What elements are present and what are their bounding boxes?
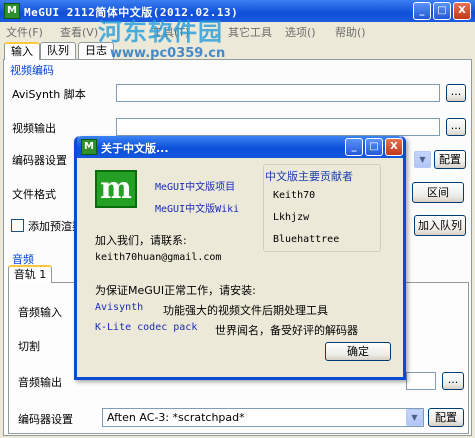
avisynth-description: 功能强大的视频文件后期处理工具 xyxy=(163,304,328,317)
contact-email[interactable]: keith70huan@gmail.com xyxy=(95,252,221,263)
menu-bar: 文件(F) 查看(V) 工具(T) 其它工具 选项() 帮助() xyxy=(0,22,475,40)
audio-output-browse-button[interactable]: ... xyxy=(442,372,464,390)
dialog-title: 关于中文版... xyxy=(101,142,169,155)
audio-cut-label: 切割 xyxy=(18,340,40,353)
avisynth-label: AviSynth 脚本 xyxy=(12,88,86,101)
video-encoder-dropdown-icon[interactable]: ▼ xyxy=(414,151,431,168)
minimize-button[interactable]: _ xyxy=(413,2,431,20)
avisynth-link[interactable]: Avisynth xyxy=(95,302,143,313)
menu-help[interactable]: 帮助() xyxy=(335,24,366,40)
audio-config-button[interactable]: 配置 xyxy=(428,408,464,427)
megui-logo: m xyxy=(95,170,137,208)
dialog-close-button[interactable]: X xyxy=(385,138,403,156)
file-format-label: 文件格式 xyxy=(12,188,56,201)
klite-description: 世界闻名，备受好评的解码器 xyxy=(215,324,358,337)
contributors-title: 中文版主要贡献者 xyxy=(265,170,353,183)
audio-encoder-label: 编码器设置 xyxy=(18,413,73,426)
join-us-text: 加入我们，请联系: xyxy=(95,234,187,247)
dialog-title-bar: M 关于中文版... _ □ X xyxy=(77,136,403,158)
preprocess-checkbox[interactable] xyxy=(11,219,24,232)
audio-encoder-select[interactable]: Aften AC-3: *scratchpad* xyxy=(102,408,424,427)
video-output-input[interactable] xyxy=(116,118,440,136)
dialog-minimize-button[interactable]: _ xyxy=(345,138,363,156)
contributor-item: Keith70 xyxy=(273,190,316,201)
video-encoder-label: 编码器设置 xyxy=(12,154,67,167)
title-bar: M MeGUI 2112简体中文版(2012.02.13) _ □ X xyxy=(0,0,475,22)
about-dialog: M 关于中文版... _ □ X m MeGUI中文版项目 MeGUI中文版Wi… xyxy=(74,136,406,380)
contributor-item: Bluehattree xyxy=(273,234,340,245)
tab-input[interactable]: 输入 xyxy=(4,42,40,60)
menu-file[interactable]: 文件(F) xyxy=(6,24,43,40)
dialog-app-icon: M xyxy=(81,139,97,155)
klite-link[interactable]: K-Lite codec pack xyxy=(95,322,197,333)
video-output-label: 视频输出 xyxy=(12,122,56,135)
avisynth-input[interactable] xyxy=(116,84,440,102)
audio-output-input[interactable] xyxy=(406,372,436,390)
contributor-item: Lkhjzw xyxy=(273,212,310,223)
menu-options[interactable]: 选项() xyxy=(285,24,316,40)
watermark-logo: 河东软件园 xyxy=(98,18,223,46)
wiki-link[interactable]: MeGUI中文版Wiki xyxy=(155,200,239,215)
dialog-maximize-button[interactable]: □ xyxy=(365,138,383,156)
app-icon: M xyxy=(4,3,20,19)
audio-input-label: 音频输入 xyxy=(18,306,62,319)
video-config-button[interactable]: 配置 xyxy=(434,150,466,169)
watermark-url: www.pc0359.cn xyxy=(110,46,226,61)
tab-audio-track-1[interactable]: 音轨 1 xyxy=(8,265,52,283)
requirement-text: 为保证MeGUI正常工作，请安装: xyxy=(95,284,256,297)
maximize-button[interactable]: □ xyxy=(433,2,451,20)
add-to-queue-button[interactable]: 加入队列 xyxy=(414,215,466,236)
close-button[interactable]: X xyxy=(453,2,471,20)
menu-view[interactable]: 查看(V) xyxy=(60,24,98,40)
range-button[interactable]: 区间 xyxy=(412,182,464,203)
project-link[interactable]: MeGUI中文版项目 xyxy=(155,178,235,193)
avisynth-browse-button[interactable]: ... xyxy=(446,84,466,102)
audio-encoder-value: Aften AC-3: *scratchpad* xyxy=(107,411,245,424)
video-group-label: 视频编码 xyxy=(10,64,54,77)
audio-output-label: 音频输出 xyxy=(18,376,62,389)
audio-encoder-dropdown-icon[interactable]: ▼ xyxy=(406,409,423,426)
video-output-browse-button[interactable]: ... xyxy=(446,118,466,136)
ok-button[interactable]: 确定 xyxy=(325,342,391,361)
tab-queue[interactable]: 队列 xyxy=(40,42,76,60)
menu-other-tools[interactable]: 其它工具 xyxy=(228,24,272,40)
